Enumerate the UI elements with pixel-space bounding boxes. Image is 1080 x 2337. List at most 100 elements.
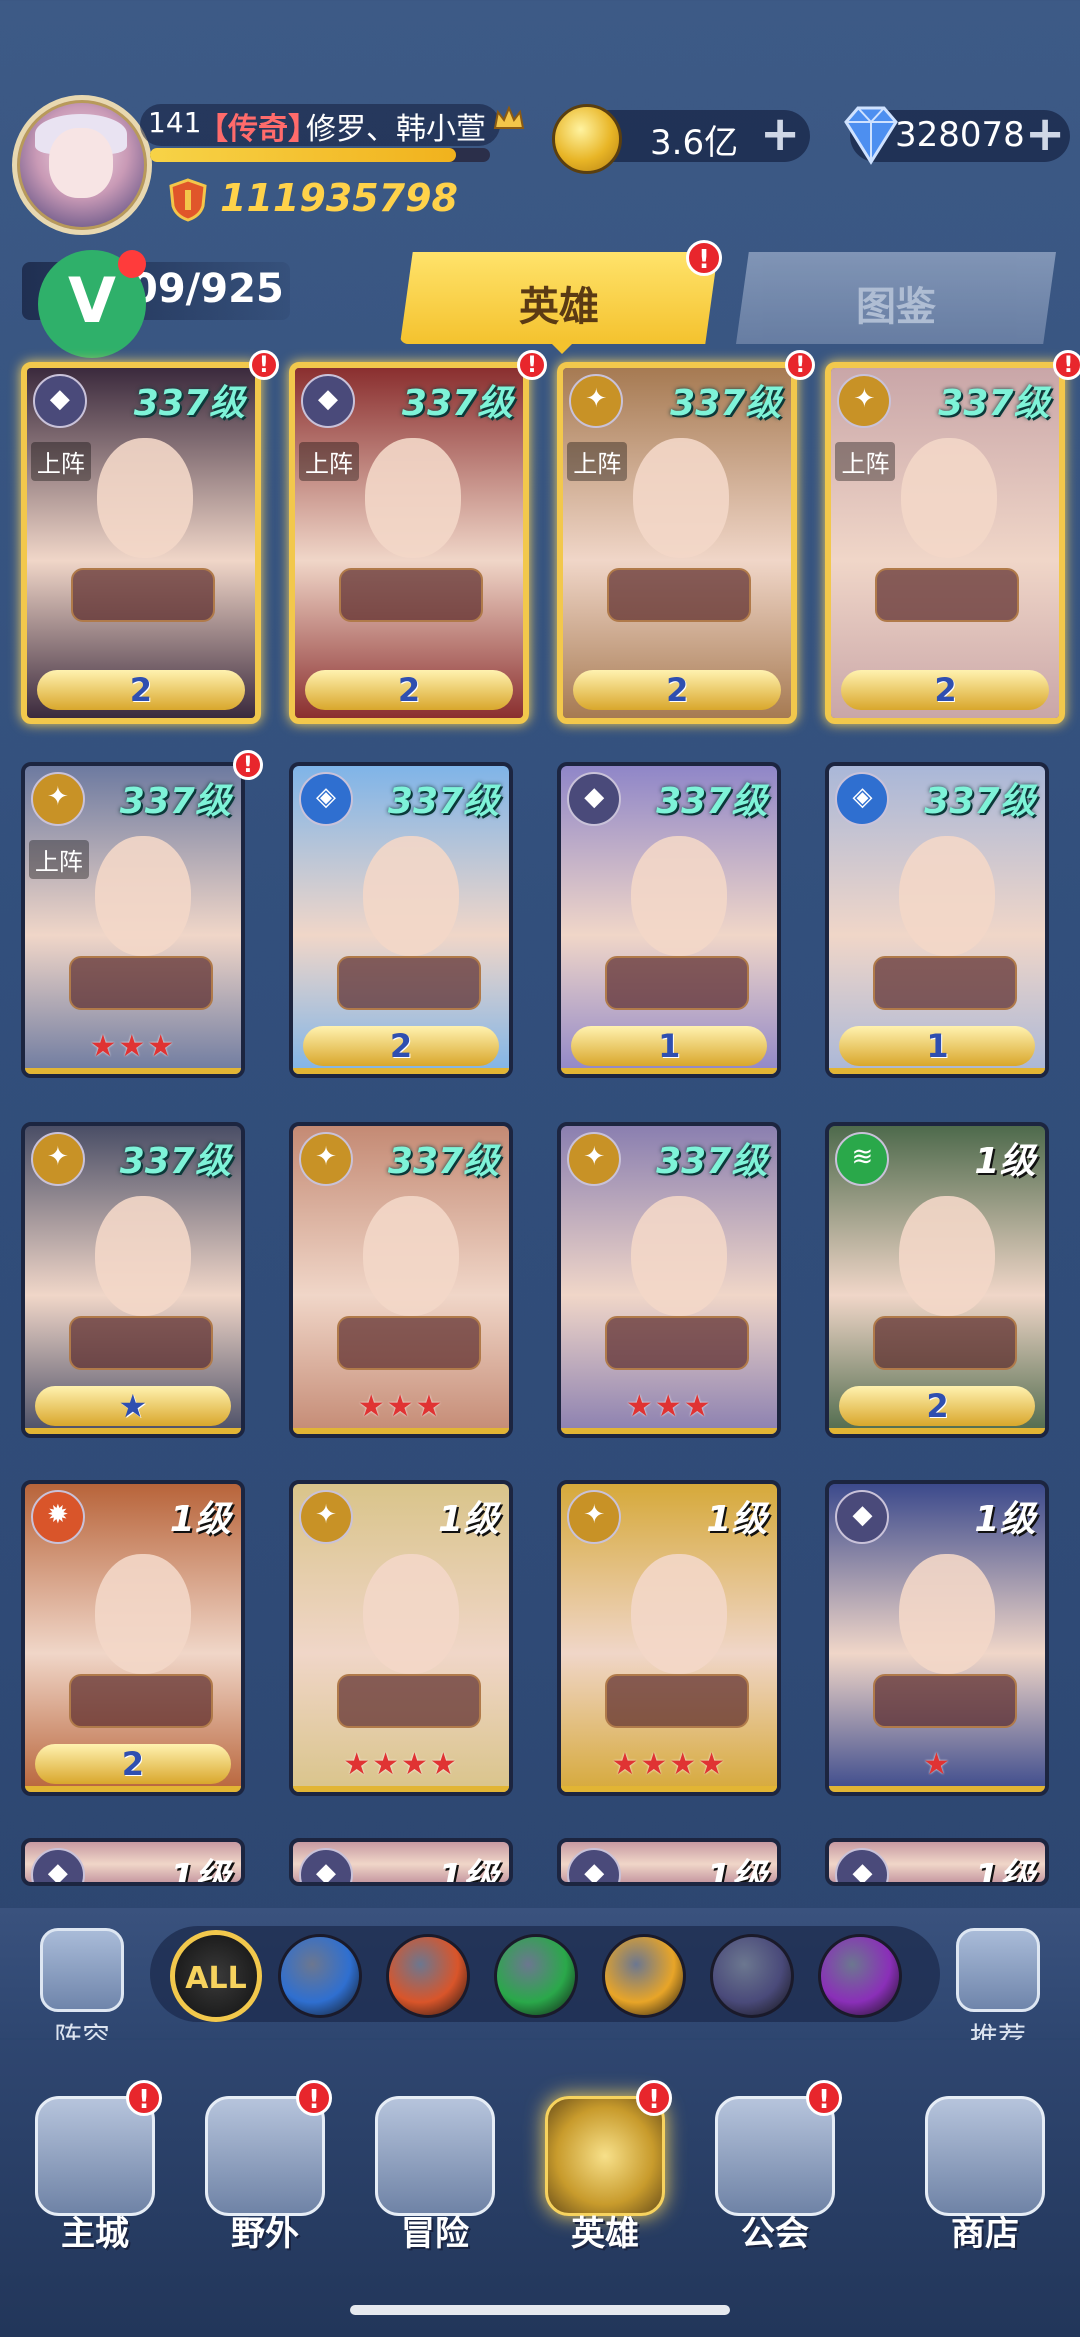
hero-card[interactable]: ✦ 1级 ★★★★ bbox=[557, 1480, 782, 1796]
nav-adventure-label: 冒险 bbox=[401, 2214, 469, 2254]
nav-main-city[interactable]: 主城! bbox=[20, 2080, 170, 2276]
hero-card[interactable]: ≋ 1级 2 bbox=[825, 1122, 1050, 1438]
hero-level: 337级 bbox=[656, 781, 768, 822]
combat-power-value: 111935798 bbox=[220, 176, 458, 220]
card-footer-bar bbox=[829, 1428, 1046, 1434]
hero-face bbox=[899, 836, 996, 956]
filter-all-button[interactable]: ALL bbox=[170, 1930, 262, 2022]
light-faction-icon: ✦ bbox=[30, 1132, 85, 1186]
hero-card[interactable]: ◈ 337级 2 bbox=[289, 762, 514, 1078]
hero-card[interactable]: ✦ 337级 ★★★ bbox=[557, 1122, 782, 1438]
card-footer-bar bbox=[293, 1068, 510, 1074]
hero-face bbox=[363, 1196, 460, 1316]
filter-shadow-button[interactable] bbox=[710, 1934, 794, 2018]
hero-face bbox=[631, 1196, 728, 1316]
nav-alert-icon: ! bbox=[636, 2080, 672, 2116]
hero-card[interactable]: ✦ 337级 上阵 ★★★ bbox=[20, 762, 245, 1078]
adventure-icon bbox=[375, 2096, 495, 2216]
tab-heroes[interactable]: 英雄 bbox=[400, 252, 718, 344]
card-footer-bar bbox=[24, 1428, 241, 1434]
hero-level: 1级 bbox=[974, 1141, 1036, 1182]
filter-light-button[interactable] bbox=[602, 1934, 686, 2018]
filter-nature-button[interactable] bbox=[494, 1934, 578, 2018]
hero-card[interactable]: ◆ 1级 bbox=[825, 1838, 1050, 1886]
hero-card[interactable]: ◆ 1级 bbox=[289, 1838, 514, 1886]
shadow-faction-icon: ◆ bbox=[301, 374, 356, 428]
hero-emblem bbox=[605, 1316, 750, 1370]
hero-card[interactable]: ✦ 337级 上阵 2 bbox=[825, 362, 1066, 724]
nav-hero-label: 英雄 bbox=[571, 2214, 639, 2254]
nav-guild-label: 公会 bbox=[741, 2214, 809, 2254]
shadow-faction-icon: ◆ bbox=[32, 374, 87, 428]
hero-level: 337级 bbox=[119, 781, 231, 822]
hero-card[interactable]: ✹ 1级 2 bbox=[20, 1480, 245, 1796]
rank-wing-badge: 2 bbox=[841, 670, 1050, 710]
hero-card[interactable]: ◆ 337级 上阵 2 bbox=[20, 362, 261, 724]
gem-value: 328078 bbox=[895, 115, 1025, 155]
deployed-label: 上阵 bbox=[567, 442, 628, 481]
hero-alert-icon: ! bbox=[248, 350, 279, 380]
hero-level: 337级 bbox=[401, 383, 514, 424]
hero-level: 1级 bbox=[169, 1857, 231, 1886]
nav-hero[interactable]: 英雄! bbox=[530, 2080, 680, 2276]
rank-wing-badge: 2 bbox=[839, 1386, 1036, 1426]
hero-face bbox=[94, 1196, 191, 1316]
hero-level: 337级 bbox=[656, 1141, 768, 1182]
shield-icon bbox=[40, 1928, 124, 2012]
hero-face bbox=[901, 438, 998, 558]
nav-wild[interactable]: 野外! bbox=[190, 2080, 340, 2276]
hero-card[interactable]: ✦ 337级 ★★★ bbox=[289, 1122, 514, 1438]
filter-water-button[interactable] bbox=[278, 1934, 362, 2018]
hero-card[interactable]: ✦ 337级 上阵 2 bbox=[557, 362, 798, 724]
hero-card[interactable]: ◆ 1级 bbox=[20, 1838, 245, 1886]
star-rating: ★★★ bbox=[357, 1389, 445, 1424]
hero-level: 1级 bbox=[706, 1499, 768, 1540]
recommend-button[interactable]: 推荐 bbox=[948, 1928, 1048, 2056]
nav-guild[interactable]: 公会! bbox=[700, 2080, 850, 2276]
shadow-faction-icon: ◆ bbox=[567, 772, 622, 826]
add-gold-button[interactable]: + bbox=[760, 106, 800, 162]
hero-level: 337级 bbox=[133, 383, 245, 424]
light-faction-icon: ✦ bbox=[567, 1132, 622, 1186]
crown-icon bbox=[493, 105, 525, 129]
deployed-label: 上阵 bbox=[30, 442, 91, 481]
hero-face bbox=[365, 438, 462, 558]
star-rating: ★★★ bbox=[89, 1029, 177, 1064]
nav-shop-label: 商店 bbox=[951, 2214, 1019, 2254]
hero-level: 1级 bbox=[974, 1857, 1036, 1886]
nav-alert-icon: ! bbox=[296, 2080, 332, 2116]
hero-card[interactable]: ◈ 337级 1 bbox=[825, 762, 1050, 1078]
nav-adventure[interactable]: 冒险 bbox=[360, 2096, 510, 2276]
hero-emblem bbox=[337, 1316, 482, 1370]
hero-card[interactable]: ◆ 1级 bbox=[557, 1838, 782, 1886]
star-rating: ★ bbox=[923, 1747, 952, 1782]
water-faction-icon: ◈ bbox=[299, 772, 354, 826]
deployed-label: 上阵 bbox=[299, 442, 360, 481]
hero-card[interactable]: ✦ 1级 ★★★★ bbox=[289, 1480, 514, 1796]
exp-bar-fill bbox=[150, 148, 456, 162]
hero-card[interactable]: ◆ 337级 1 bbox=[557, 762, 782, 1078]
nav-shop[interactable]: 商店 bbox=[910, 2096, 1060, 2276]
hero-level: 337级 bbox=[387, 1141, 500, 1182]
filter-void-button[interactable] bbox=[818, 1934, 902, 2018]
tab-heroes-label: 英雄 bbox=[519, 284, 599, 330]
hero-card[interactable]: ◆ 337级 上阵 2 bbox=[289, 362, 530, 724]
tab-atlas[interactable]: 图鉴 bbox=[736, 252, 1056, 344]
hero-face bbox=[363, 1554, 460, 1674]
shop-icon bbox=[925, 2096, 1045, 2216]
add-gem-button[interactable]: + bbox=[1025, 106, 1065, 162]
hero-count: 09/925 bbox=[130, 266, 284, 312]
filter-fire-button[interactable] bbox=[386, 1934, 470, 2018]
hero-card[interactable]: ◆ 1级 ★ bbox=[825, 1480, 1050, 1796]
card-footer-bar bbox=[829, 1786, 1046, 1792]
hero-emblem bbox=[607, 568, 752, 622]
formation-button[interactable]: 阵容 bbox=[32, 1928, 132, 2056]
hero-face bbox=[94, 836, 191, 956]
nav-wild-label: 野外 bbox=[231, 2214, 299, 2254]
rank-wing-badge: 1 bbox=[571, 1026, 768, 1066]
hero-emblem bbox=[70, 568, 215, 622]
tab-atlas-label: 图鉴 bbox=[856, 284, 936, 330]
player-avatar[interactable] bbox=[12, 95, 152, 235]
hero-card[interactable]: ✦ 337级 ★ bbox=[20, 1122, 245, 1438]
light-faction-icon: ✦ bbox=[299, 1132, 354, 1186]
